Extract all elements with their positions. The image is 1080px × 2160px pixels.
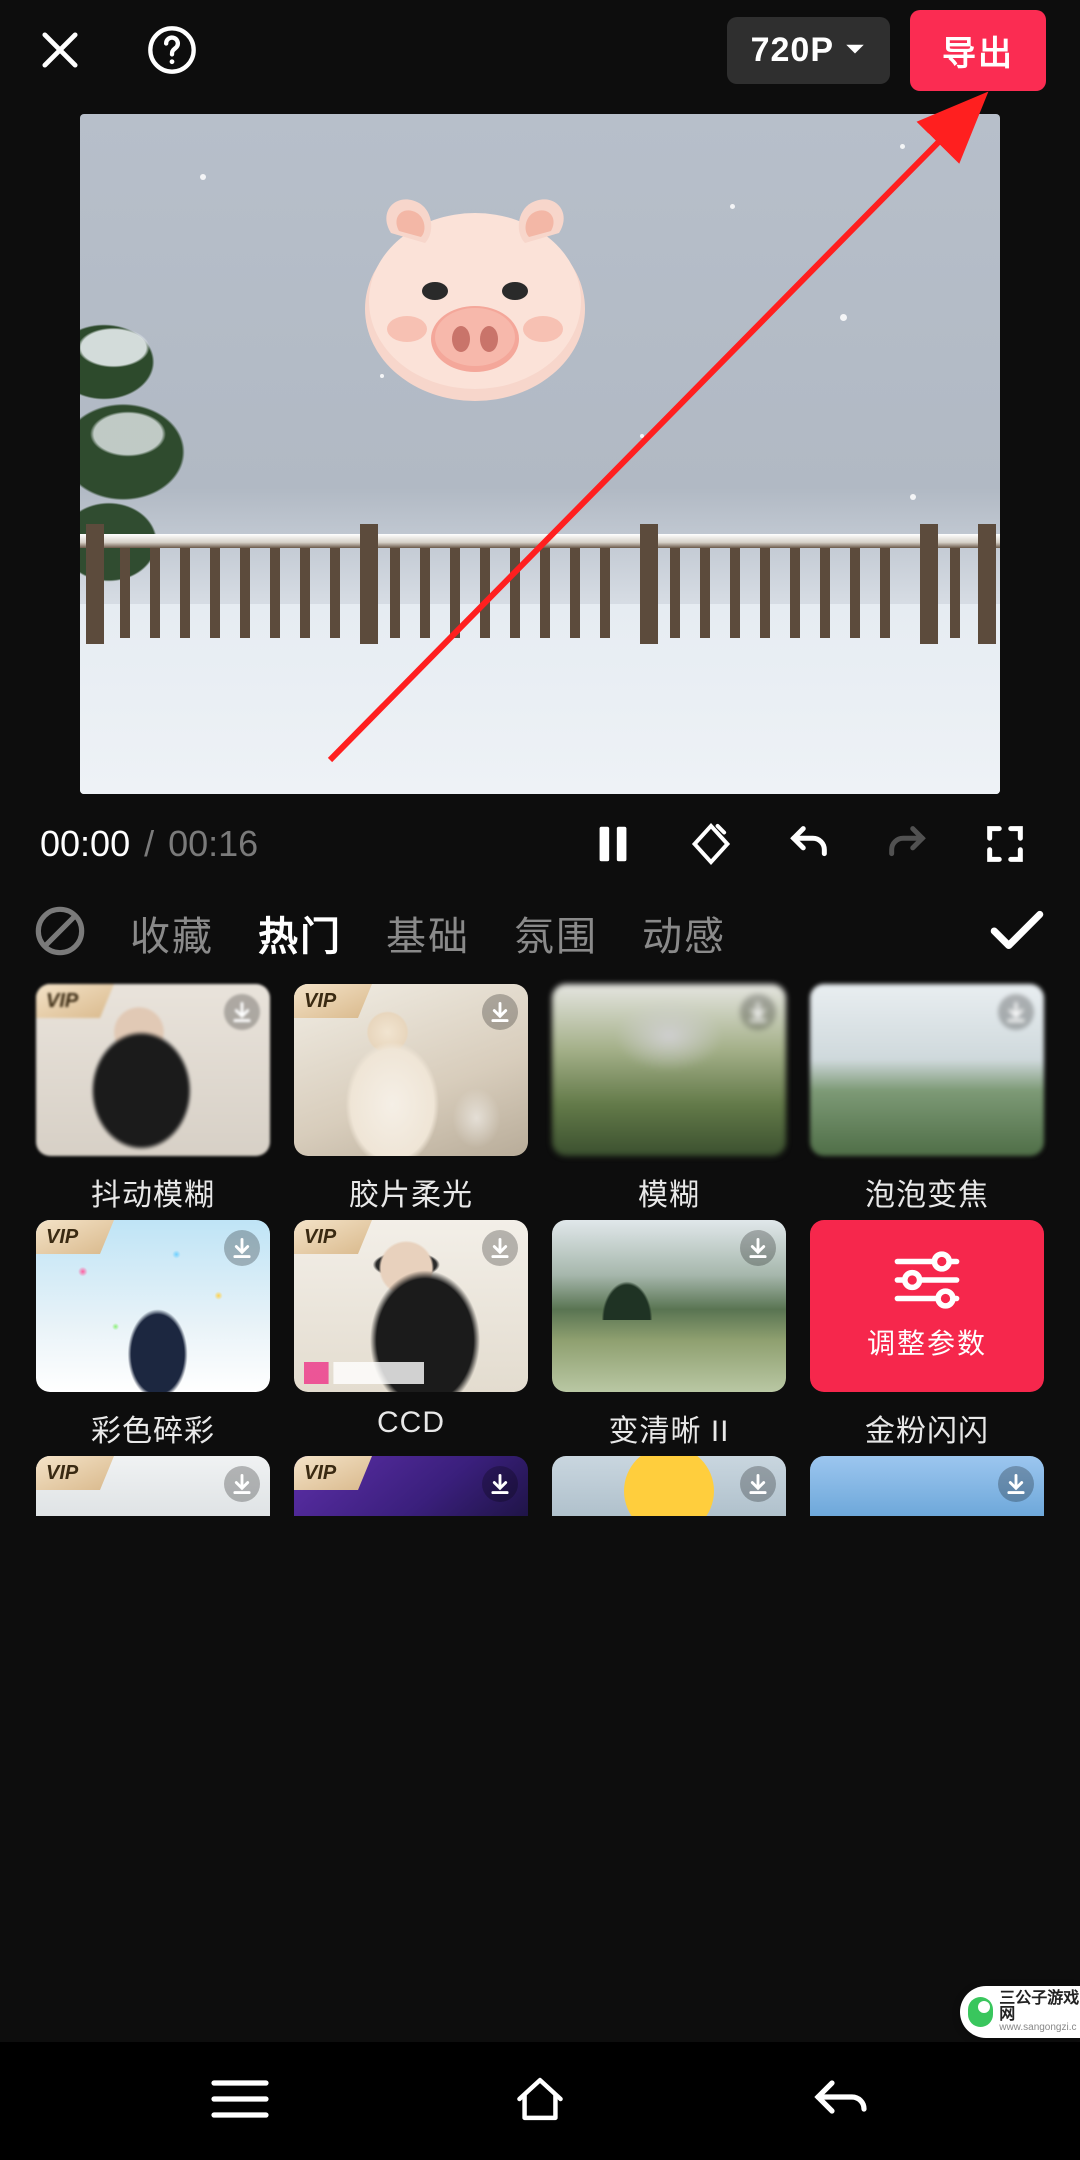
svg-text:VIP: VIP — [46, 1462, 79, 1484]
vip-badge: VIP — [294, 1456, 372, 1490]
time-current: 00:00 — [40, 823, 130, 865]
effect-row3-3[interactable] — [552, 1456, 786, 1516]
download-icon — [482, 1466, 518, 1502]
system-nav-bar — [0, 2042, 1080, 2160]
download-icon — [740, 1230, 776, 1266]
resolution-label: 720P — [751, 31, 834, 70]
download-icon — [482, 1230, 518, 1266]
confirm-button[interactable] — [988, 909, 1046, 958]
effect-row3-1[interactable]: VIP — [36, 1456, 270, 1516]
time-separator: / — [144, 823, 154, 865]
effect-film-soft[interactable]: VIP 胶片柔光 — [294, 984, 528, 1210]
tab-dynamic[interactable]: 动感 — [642, 904, 726, 962]
vip-badge: VIP — [36, 1456, 114, 1490]
effect-row3-2[interactable]: VIP — [294, 1456, 528, 1516]
effect-gold-glitter[interactable]: 调整参数 金粉闪闪 — [810, 1220, 1044, 1446]
video-preview[interactable] — [80, 114, 1000, 794]
effect-blur[interactable]: 模糊 — [552, 984, 786, 1210]
svg-text:VIP: VIP — [304, 990, 337, 1012]
svg-text:VIP: VIP — [304, 1462, 337, 1484]
effect-shake-blur[interactable]: VIP 抖动模糊 — [36, 984, 270, 1210]
adjust-params-button: 调整参数 — [810, 1220, 1044, 1392]
download-icon — [998, 1466, 1034, 1502]
none-effect-button[interactable] — [34, 905, 86, 962]
vip-badge: VIP — [294, 984, 372, 1018]
export-button[interactable]: 导出 — [910, 10, 1046, 91]
download-icon — [224, 1466, 260, 1502]
effect-bubble-zoom[interactable]: 泡泡变焦 — [810, 984, 1044, 1210]
keyframe-button[interactable] — [676, 816, 746, 872]
watermark-badge: 三公子游戏网 www.sangongzi.c — [960, 1986, 1080, 2038]
svg-text:VIP: VIP — [304, 1226, 337, 1248]
download-icon — [224, 994, 260, 1030]
close-icon[interactable] — [34, 24, 86, 76]
effect-ccd[interactable]: VIP CCD — [294, 1220, 528, 1446]
svg-text:VIP: VIP — [46, 990, 79, 1012]
time-duration: 00:16 — [168, 823, 258, 865]
vip-badge: VIP — [294, 1220, 372, 1254]
resolution-selector[interactable]: 720P — [727, 17, 890, 84]
vip-badge: VIP — [36, 1220, 114, 1254]
tab-hot[interactable]: 热门 — [258, 904, 342, 962]
effect-row3-4[interactable] — [810, 1456, 1044, 1516]
vip-badge: VIP — [36, 984, 114, 1018]
fullscreen-button[interactable] — [970, 816, 1040, 872]
nav-recent-icon[interactable] — [210, 2075, 270, 2128]
chevron-down-icon — [844, 43, 866, 57]
download-icon — [482, 994, 518, 1030]
nav-home-icon[interactable] — [510, 2075, 570, 2128]
sticker-pig[interactable] — [345, 189, 605, 409]
download-icon — [224, 1230, 260, 1266]
sliders-icon — [890, 1250, 964, 1310]
redo-button[interactable] — [872, 816, 942, 872]
tab-favorites[interactable]: 收藏 — [130, 904, 214, 962]
download-icon — [998, 994, 1034, 1030]
nav-back-icon[interactable] — [810, 2075, 870, 2128]
pause-button[interactable] — [578, 816, 648, 872]
tab-mood[interactable]: 氛围 — [514, 904, 598, 962]
undo-button[interactable] — [774, 816, 844, 872]
svg-text:VIP: VIP — [46, 1226, 79, 1248]
tab-basic[interactable]: 基础 — [386, 904, 470, 962]
download-icon — [740, 994, 776, 1030]
help-icon[interactable] — [146, 24, 198, 76]
download-icon — [740, 1466, 776, 1502]
effect-confetti[interactable]: VIP 彩色碎彩 — [36, 1220, 270, 1446]
effect-sharpen-2[interactable]: 变清晰 II — [552, 1220, 786, 1446]
